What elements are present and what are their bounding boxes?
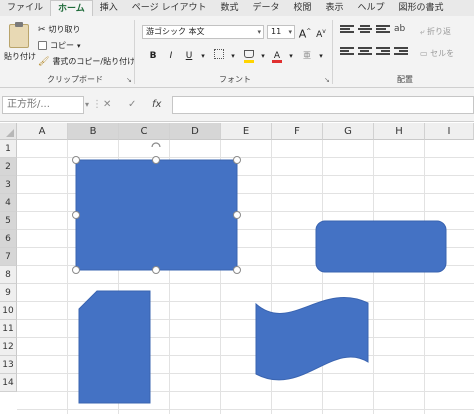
resize-handle[interactable] [72, 266, 80, 274]
wave-shape[interactable] [255, 297, 369, 381]
resize-handle[interactable] [233, 266, 241, 274]
rounded-rectangle-shape[interactable] [315, 220, 447, 273]
rectangle-shape[interactable] [75, 159, 238, 271]
rotation-handle-icon[interactable] [151, 142, 161, 148]
resize-handle[interactable] [152, 266, 160, 274]
resize-handle[interactable] [72, 211, 80, 219]
resize-handle[interactable] [233, 211, 241, 219]
resize-handle[interactable] [152, 156, 160, 164]
shapes-layer [72, 142, 447, 404]
snipped-rectangle-shape[interactable] [78, 290, 151, 404]
resize-handle[interactable] [233, 156, 241, 164]
resize-handle[interactable] [72, 156, 80, 164]
